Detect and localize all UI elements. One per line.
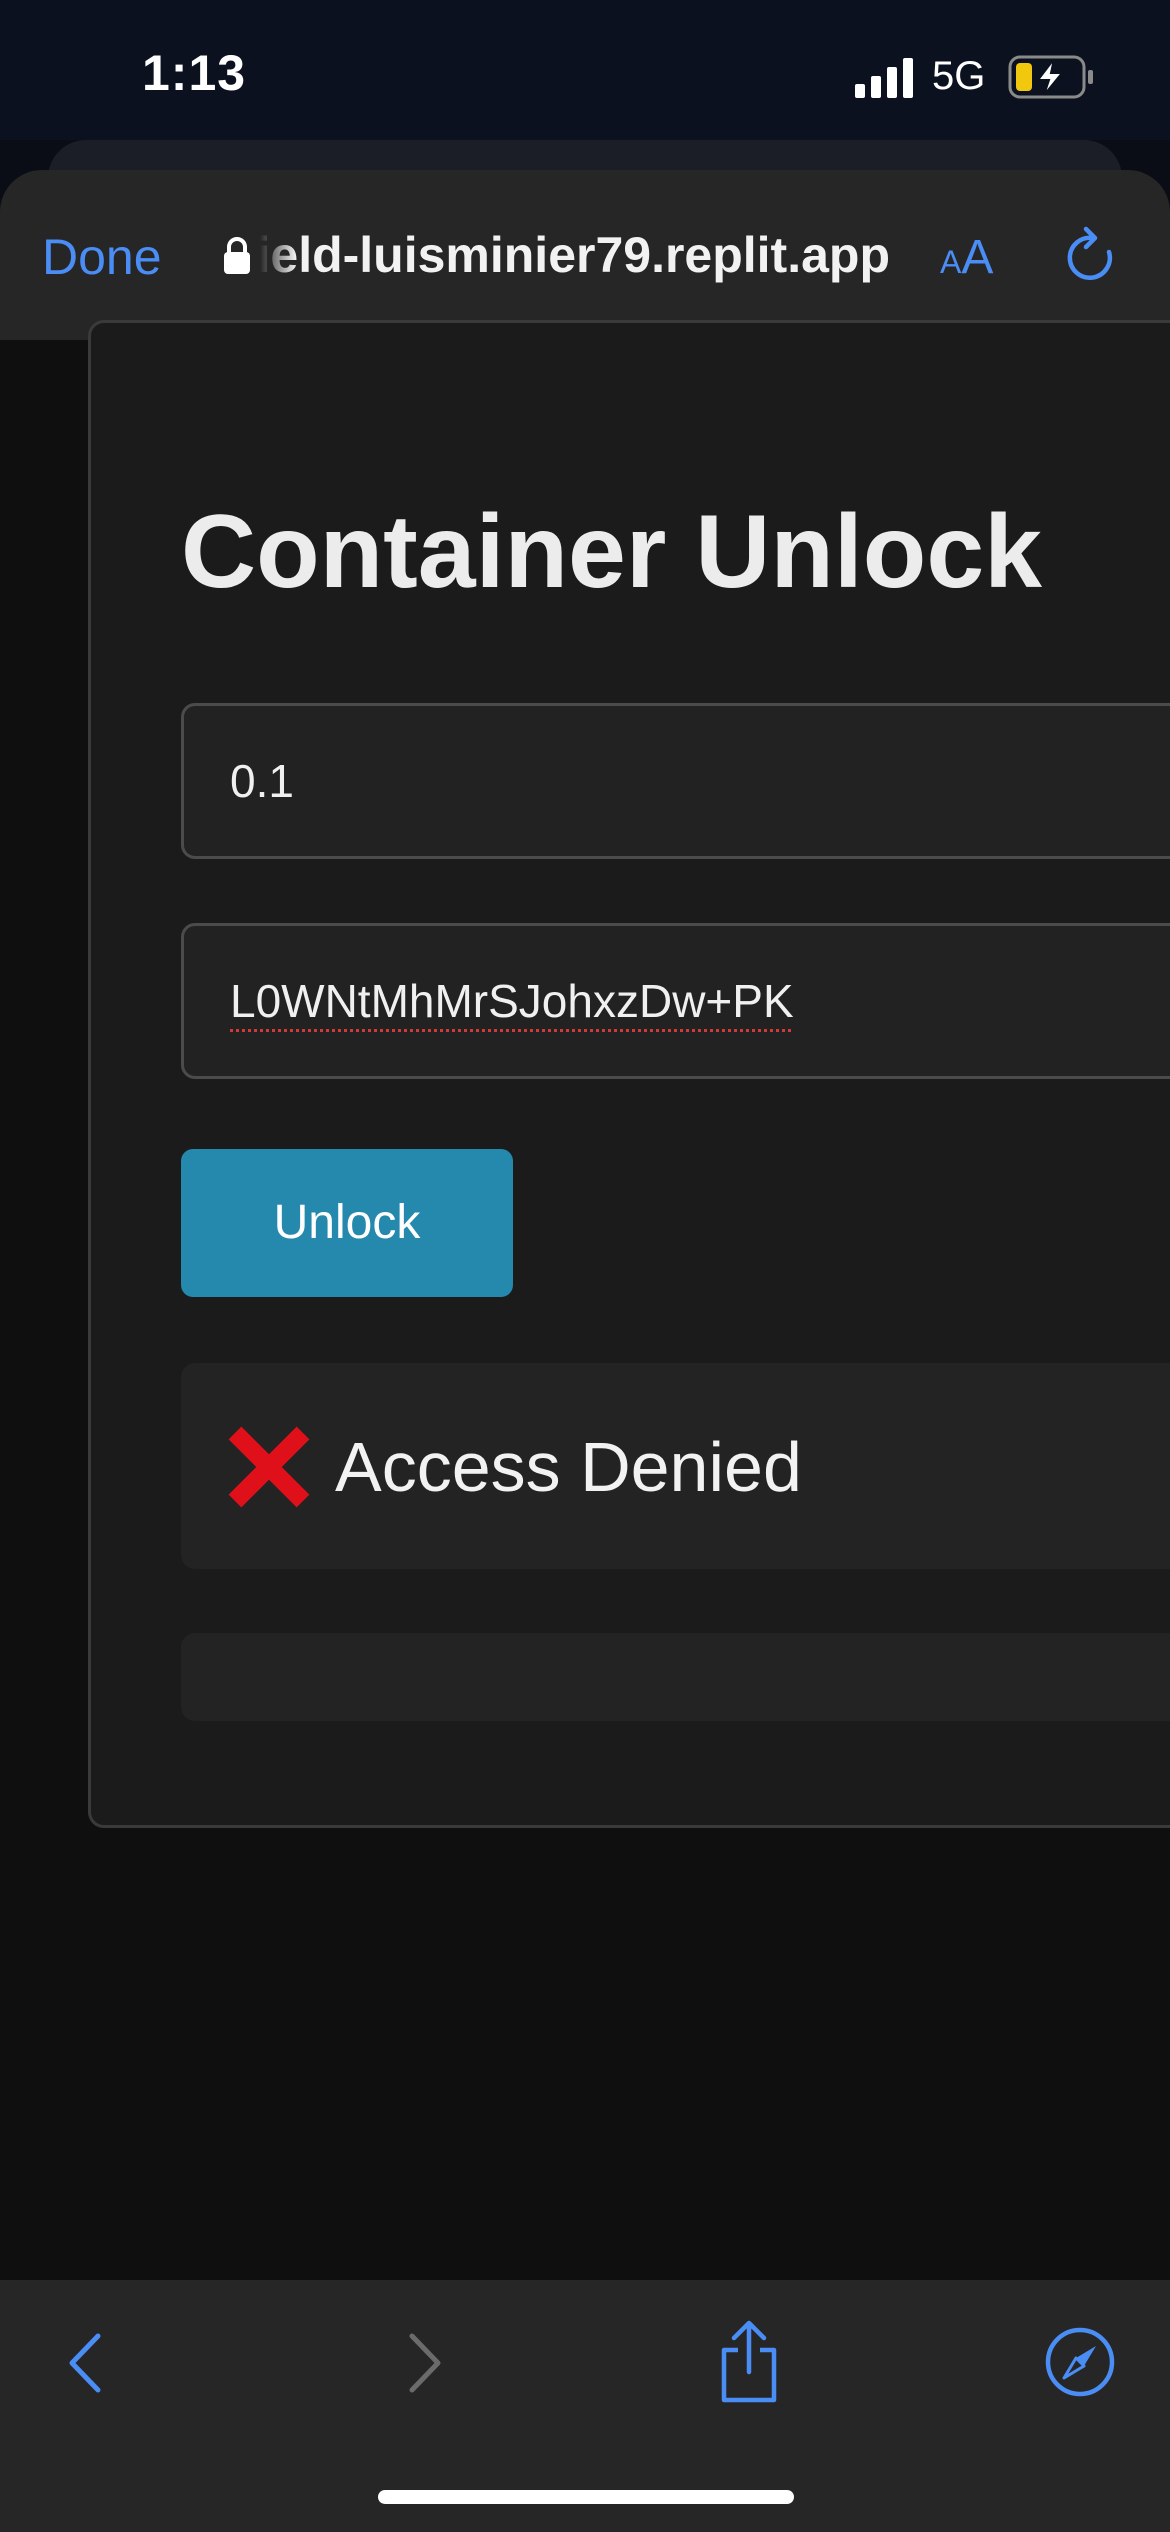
back-icon[interactable] bbox=[60, 2328, 114, 2398]
text-size-big-a: A bbox=[961, 231, 994, 284]
empty-output-box bbox=[181, 1633, 1170, 1721]
key-input[interactable]: L0WNtMhMrSJohxzDw+PK bbox=[181, 923, 1170, 1079]
cellular-signal-icon bbox=[855, 58, 913, 98]
cross-mark-icon bbox=[228, 1426, 310, 1508]
status-bar: 1:13 5G bbox=[0, 0, 1170, 140]
unlock-button[interactable]: Unlock bbox=[181, 1149, 513, 1297]
amount-input-value: 0.1 bbox=[230, 755, 294, 807]
network-label: 5G bbox=[932, 54, 986, 98]
reload-icon[interactable] bbox=[1062, 226, 1120, 288]
share-icon[interactable] bbox=[716, 2320, 782, 2404]
amount-input[interactable]: 0.1 bbox=[181, 703, 1170, 859]
access-denied-text: Access Denied bbox=[335, 1428, 802, 1506]
battery-charging-icon bbox=[1008, 55, 1093, 99]
url-text: shield-luisminier79.replit.app bbox=[256, 227, 890, 283]
text-size-button[interactable]: AA bbox=[940, 230, 993, 285]
done-button[interactable]: Done bbox=[42, 228, 162, 286]
key-input-value: L0WNtMhMrSJohxzDw+PK bbox=[230, 975, 794, 1027]
lock-icon bbox=[224, 237, 250, 274]
page-title: Container Unlock bbox=[181, 494, 1042, 610]
unlock-card: Container Unlock 0.1 L0WNtMhMrSJohxzDw+P… bbox=[88, 320, 1170, 1828]
text-size-small-a: A bbox=[940, 244, 962, 280]
screen: 1:13 5G Done shield-luisminier79.replit.… bbox=[0, 0, 1170, 2532]
status-time: 1:13 bbox=[142, 45, 247, 101]
result-message-box: Access Denied bbox=[181, 1363, 1170, 1569]
browser-bottom-toolbar bbox=[0, 2280, 1170, 2532]
url-fade bbox=[256, 222, 296, 292]
web-page: Container Unlock 0.1 L0WNtMhMrSJohxzDw+P… bbox=[0, 320, 1170, 2280]
browser-top-bar: Done shield-luisminier79.replit.app AA bbox=[0, 170, 1170, 340]
home-indicator bbox=[378, 2490, 794, 2504]
address-bar[interactable]: shield-luisminier79.replit.app bbox=[256, 222, 896, 292]
forward-icon[interactable] bbox=[396, 2328, 450, 2398]
compass-icon[interactable] bbox=[1044, 2326, 1116, 2398]
